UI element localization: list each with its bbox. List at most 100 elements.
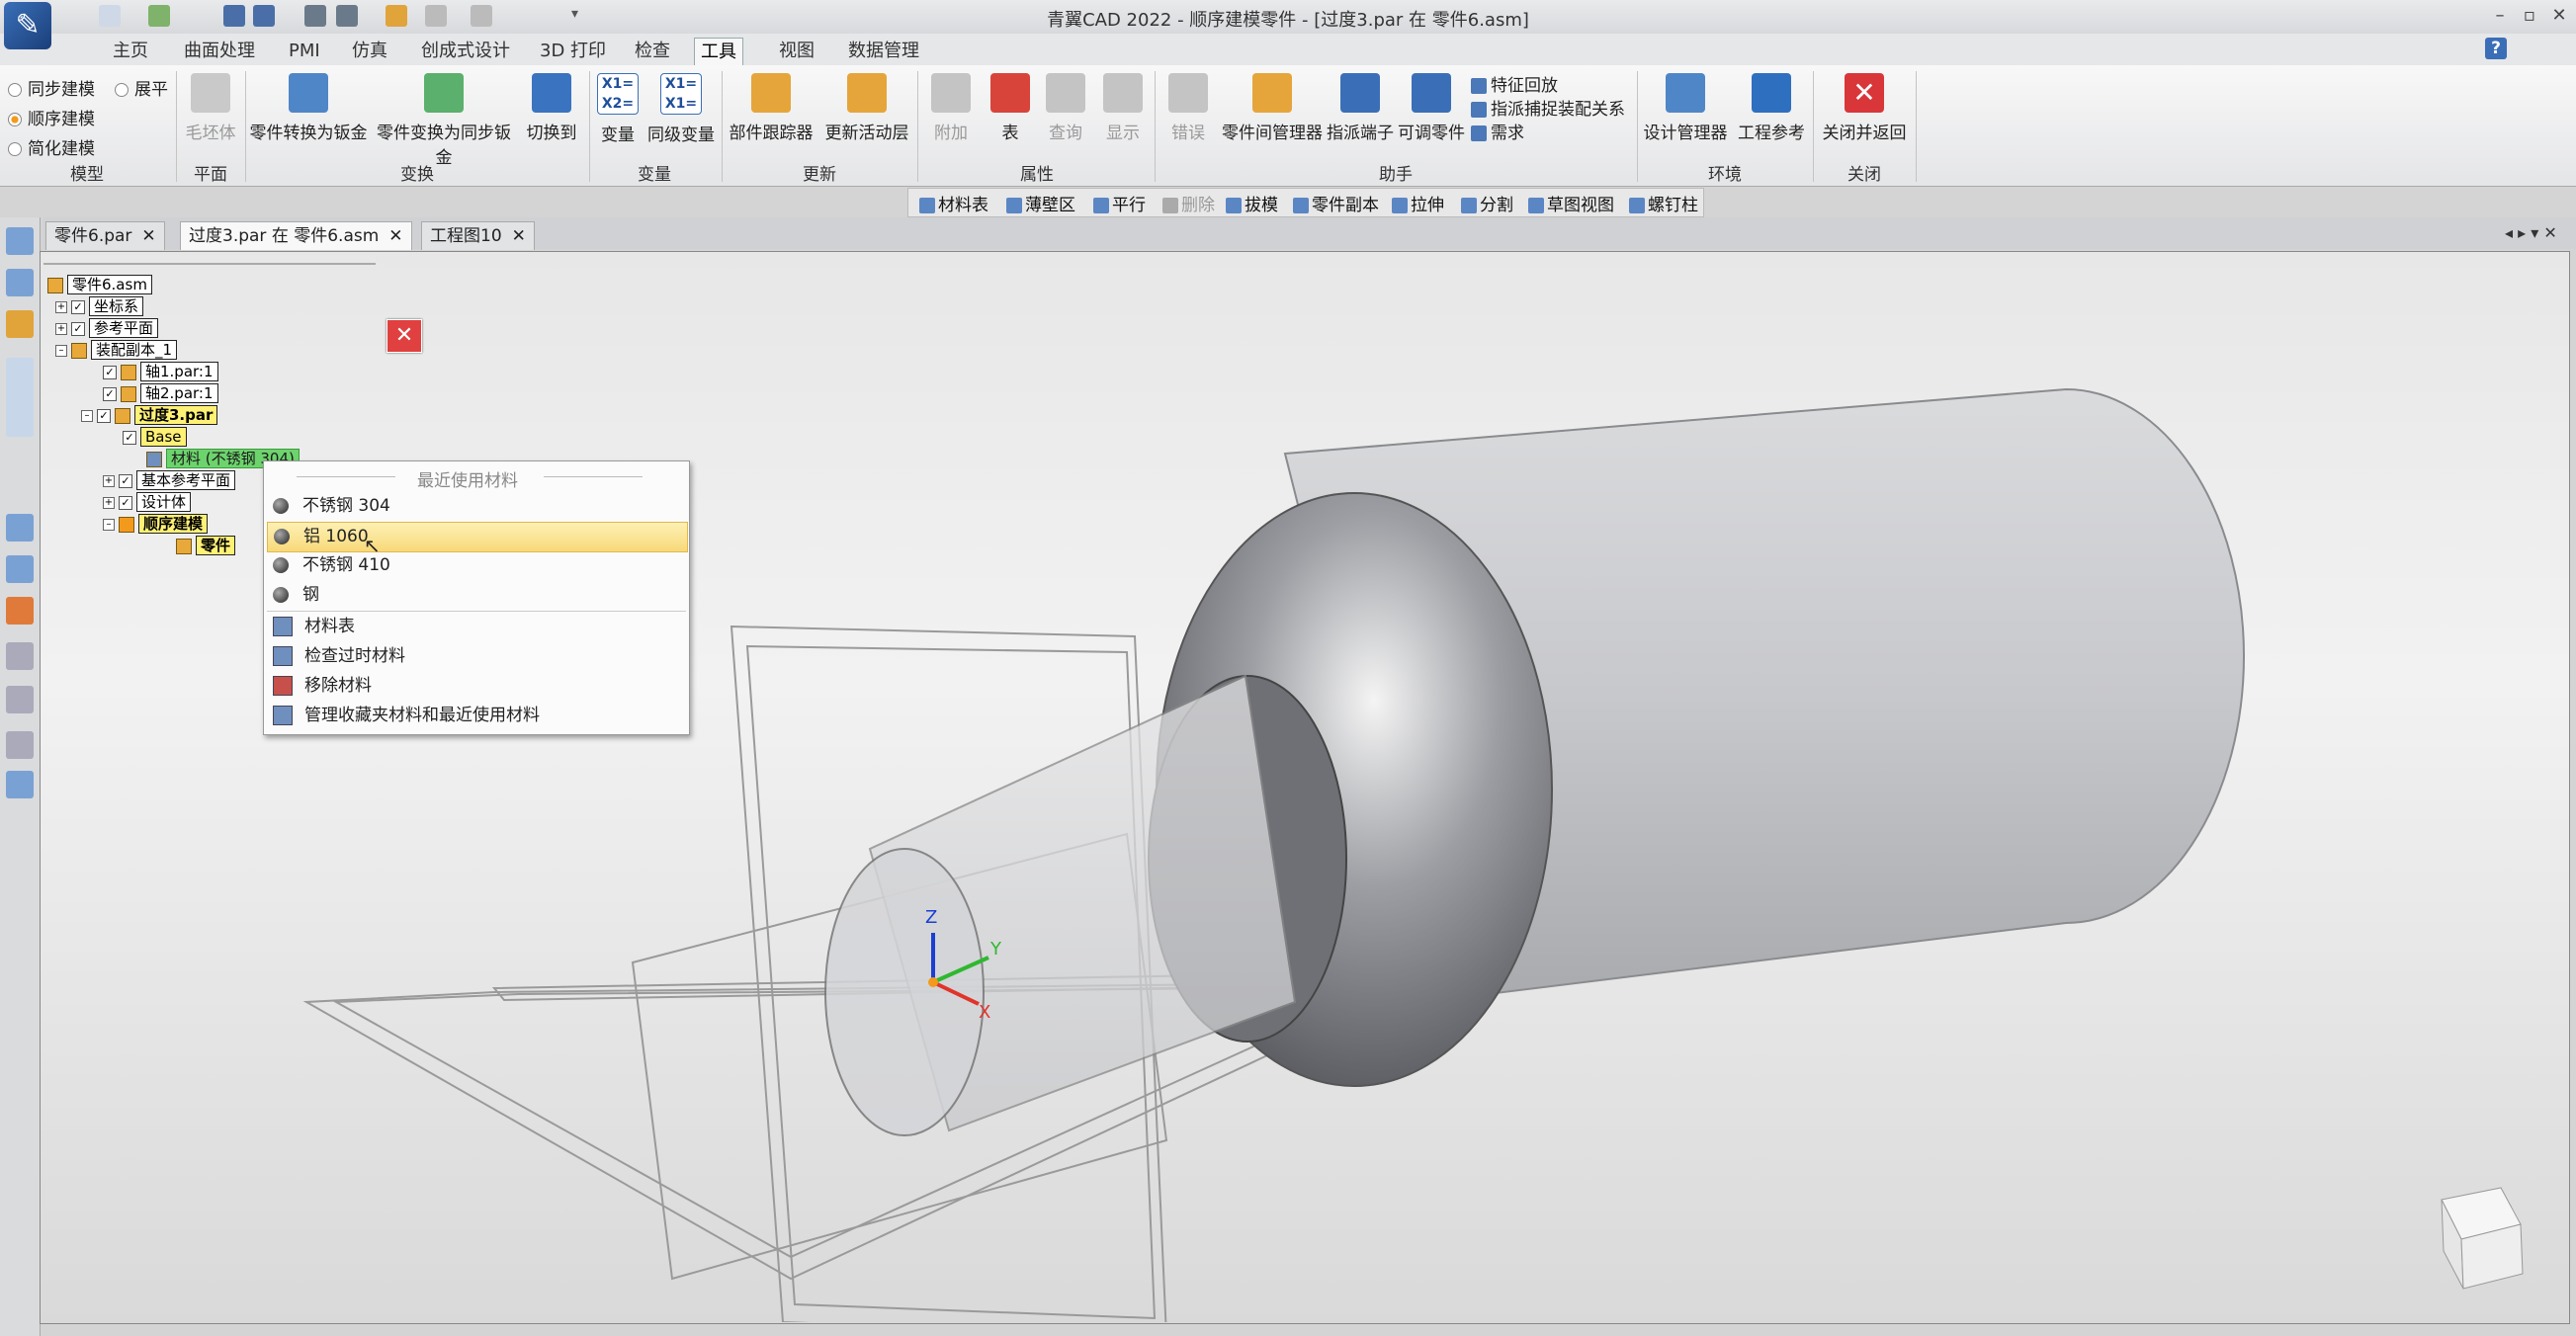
close-command-icon[interactable]: ✕: [386, 319, 422, 353]
requirements-button[interactable]: 需求: [1471, 119, 1524, 143]
tab-inspect[interactable]: 检查: [629, 38, 676, 65]
restore-icon[interactable]: ▫: [2515, 2, 2544, 30]
feature-playback-button[interactable]: 特征回放: [1471, 71, 1558, 96]
tab-scroll-icons[interactable]: ◂ ▸ ▾ ✕: [2505, 223, 2557, 242]
option-synchronous[interactable]: 同步建模: [8, 75, 95, 100]
option-ordered[interactable]: 顺序建模: [8, 105, 95, 129]
menu-item-manage-favorites[interactable]: 管理收藏夹材料和最近使用材料: [267, 702, 686, 730]
tab-3d-print[interactable]: 3D 打印: [534, 38, 612, 65]
cmd-screw-boss[interactable]: 螺钉柱: [1629, 191, 1698, 215]
cmd-split[interactable]: 分割: [1461, 191, 1513, 215]
close-tab-icon[interactable]: ✕: [388, 226, 402, 246]
layers-icon[interactable]: [6, 269, 34, 296]
sidebar-tab-icon[interactable]: [6, 358, 34, 437]
help-icon[interactable]: ?: [2485, 38, 2507, 59]
tab-surfacing[interactable]: 曲面处理: [178, 38, 261, 65]
show-icon: [1103, 73, 1143, 113]
ordered-icon: [119, 516, 134, 533]
tab-pmi[interactable]: PMI: [283, 38, 326, 65]
blank-body-button[interactable]: 毛坯体: [178, 73, 243, 143]
convert-to-sync-sheet-metal-button[interactable]: 零件变换为同步钣金: [370, 73, 518, 168]
model-scene[interactable]: Z Y X: [40, 251, 2568, 1322]
tree-node-part[interactable]: 零件: [176, 536, 236, 555]
convert-to-sheet-metal-button[interactable]: 零件转换为钣金: [249, 73, 368, 143]
show-button[interactable]: 显示: [1095, 73, 1151, 143]
doc-tab-drawing10[interactable]: 工程图10 ✕: [421, 221, 535, 250]
close-and-return-button[interactable]: ✕ 关闭并返回: [1817, 73, 1912, 143]
tree-node-reference-planes[interactable]: + ✓ 参考平面: [55, 318, 159, 338]
switch-to-button[interactable]: 切换到: [522, 73, 581, 143]
settings-icon[interactable]: [6, 771, 34, 798]
tree-node-base-planes[interactable]: + ✓ 基本参考平面: [103, 470, 236, 490]
cmd-extrude[interactable]: 拉伸: [1392, 191, 1444, 215]
tree-node-shaft1[interactable]: ✓ 轴1.par:1: [103, 362, 218, 381]
tree-node-coordinate-systems[interactable]: + ✓ 坐标系: [55, 296, 144, 316]
doc-tab-transition3[interactable]: 过度3.par 在 零件6.asm ✕: [180, 221, 412, 250]
color-icon[interactable]: [6, 597, 34, 625]
tab-tools[interactable]: 工具: [694, 38, 743, 66]
close-tab-icon[interactable]: ✕: [512, 226, 526, 246]
tree-node-shaft2[interactable]: ✓ 轴2.par:1: [103, 383, 218, 403]
app-logo-icon[interactable]: ✎: [4, 2, 51, 49]
option-flatten[interactable]: 展平: [115, 75, 168, 100]
assign-capture-relation-button[interactable]: 指派捕捉装配关系: [1471, 95, 1625, 120]
table-button[interactable]: 表: [983, 73, 1038, 143]
cmd-thin-wall[interactable]: 薄壁区: [1006, 191, 1075, 215]
group-label-plane: 平面: [194, 165, 227, 185]
tab-home[interactable]: 主页: [107, 38, 154, 65]
doc-tab-part6[interactable]: 零件6.par ✕: [45, 221, 165, 250]
minimize-icon[interactable]: –: [2485, 2, 2515, 30]
menu-item-aluminum-1060[interactable]: 铝 1060: [267, 522, 688, 552]
adjustable-part-button[interactable]: 可调零件: [1396, 73, 1467, 143]
menu-item-check-outdated[interactable]: 检查过时材料: [267, 642, 686, 671]
menu-item-steel[interactable]: 钢: [267, 581, 686, 610]
design-manager-button[interactable]: 设计管理器: [1641, 73, 1730, 143]
variables-button[interactable]: X1= X2= 变量: [593, 73, 643, 145]
tree-header[interactable]: [43, 255, 376, 265]
close-window-icon[interactable]: ✕: [2544, 2, 2574, 30]
check-outdated-icon: [273, 646, 293, 666]
cmd-draft[interactable]: 拔模: [1226, 191, 1278, 215]
help-side-icon[interactable]: [6, 642, 34, 670]
tab-data-management[interactable]: 数据管理: [842, 38, 925, 65]
menu-item-material-table[interactable]: 材料表: [267, 613, 686, 641]
cmd-sketch-view[interactable]: 草图视图: [1528, 191, 1614, 215]
cmd-delete[interactable]: 删除: [1162, 191, 1215, 215]
cmd-part-copy[interactable]: 零件副本: [1293, 191, 1379, 215]
attach-button[interactable]: 附加: [923, 73, 979, 143]
menu-item-stainless-410[interactable]: 不锈钢 410: [267, 551, 686, 580]
query-button[interactable]: 查询: [1038, 73, 1093, 143]
menu-item-remove-material[interactable]: 移除材料: [267, 672, 686, 701]
group-separator: [917, 71, 918, 182]
peer-variables-button[interactable]: X1= X1= 同级变量: [646, 73, 716, 145]
tab-simulation[interactable]: 仿真: [346, 38, 393, 65]
grid-icon[interactable]: [6, 686, 34, 713]
tree-node-base[interactable]: ✓ Base: [123, 427, 187, 447]
tab-generative-design[interactable]: 创成式设计: [415, 38, 516, 65]
errors-button[interactable]: 错误: [1159, 73, 1218, 143]
close-tab-icon[interactable]: ✕: [141, 226, 155, 246]
family-icon[interactable]: [6, 514, 34, 542]
cmd-material-table[interactable]: 材料表: [919, 191, 988, 215]
wrench-icon[interactable]: [6, 310, 34, 338]
engineering-reference-button[interactable]: 工程参考: [1734, 73, 1809, 143]
view-cube[interactable]: [2441, 1187, 2524, 1290]
points-icon[interactable]: [6, 731, 34, 759]
menu-item-stainless-304[interactable]: 不锈钢 304: [267, 492, 686, 521]
small-cylinder-end-face[interactable]: [824, 848, 985, 1136]
cmd-parallel[interactable]: 平行: [1093, 191, 1146, 215]
library-icon[interactable]: [6, 555, 34, 583]
part-tracker-button[interactable]: 部件跟踪器: [726, 73, 816, 143]
tree-root[interactable]: 零件6.asm: [47, 275, 152, 294]
option-simplified[interactable]: 简化建模: [8, 134, 95, 159]
inter-part-manager-button[interactable]: 零件间管理器: [1220, 73, 1325, 143]
tree-node-assembly-copy[interactable]: – 装配副本_1: [55, 340, 178, 360]
tree-node-transition3[interactable]: – ✓ 过度3.par: [81, 405, 218, 425]
assign-terminal-button[interactable]: 指派端子: [1325, 73, 1396, 143]
pathfinder-icon[interactable]: [6, 227, 34, 255]
tab-view[interactable]: 视图: [773, 38, 820, 65]
tree-node-design-body[interactable]: + ✓ 设计体: [103, 492, 192, 512]
update-active-layer-button[interactable]: 更新活动层: [820, 73, 913, 143]
tree-node-ordered[interactable]: – 顺序建模: [103, 514, 209, 534]
update-layer-icon: [847, 73, 887, 113]
